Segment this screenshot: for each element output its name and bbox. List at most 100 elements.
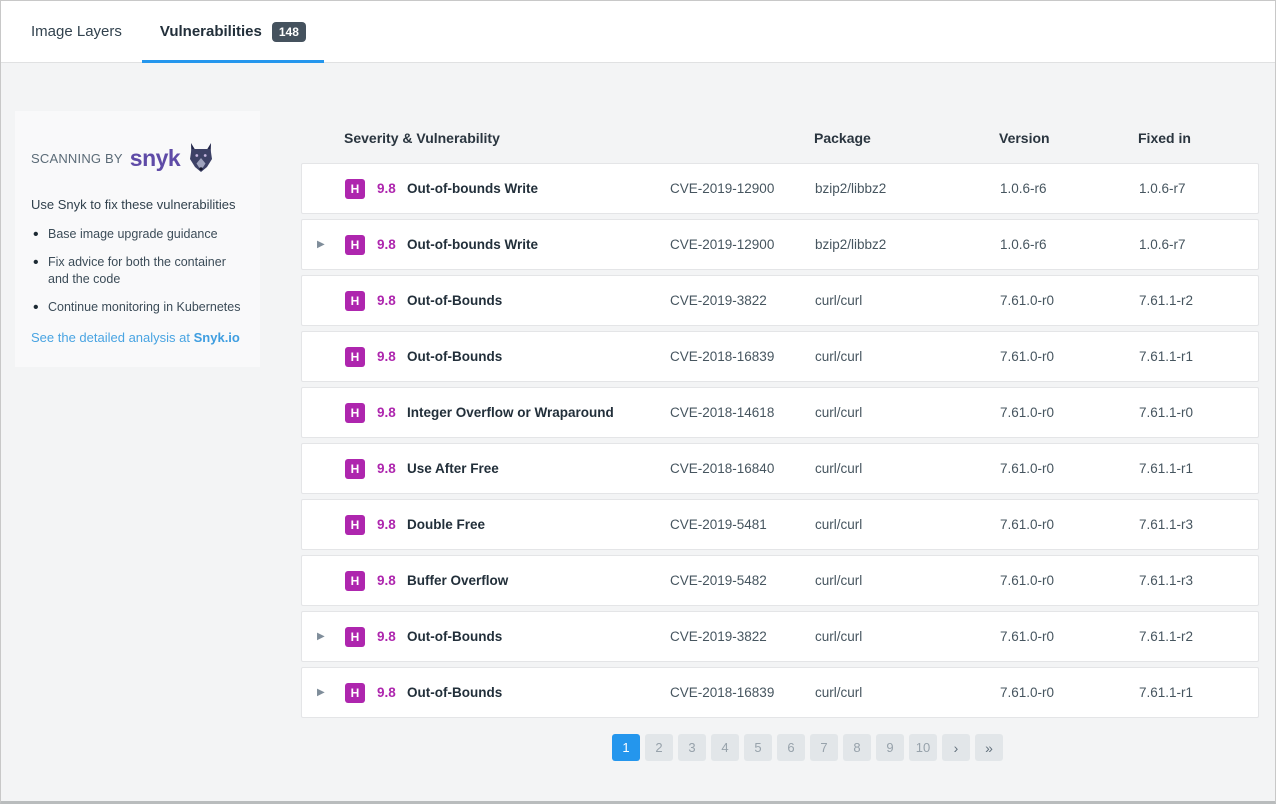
severity-vulnerability-cell: ▶ H 9.8 Out-of-Bounds [302, 347, 670, 367]
tab-image-layers-label: Image Layers [31, 23, 122, 40]
package-name: curl/curl [815, 685, 1000, 700]
page-button-2[interactable]: 2 [645, 734, 673, 761]
severity-badge: H [345, 459, 365, 479]
package-version: 7.61.0-r0 [1000, 293, 1139, 308]
snyk-benefits-list: Base image upgrade guidance Fix advice fo… [31, 226, 242, 316]
snyk-benefit-item: Continue monitoring in Kubernetes [31, 299, 242, 316]
vulnerability-title: Out-of-bounds Write [407, 237, 538, 252]
vulnerability-title: Use After Free [407, 461, 499, 476]
cve-id: CVE-2019-12900 [670, 181, 815, 196]
snyk-benefit-item: Fix advice for both the container and th… [31, 254, 242, 288]
package-version: 7.61.0-r0 [1000, 517, 1139, 532]
cvss-score: 9.8 [377, 629, 407, 644]
table-row[interactable]: ▶ H 9.8 Buffer Overflow CVE-2019-5482 cu… [301, 555, 1259, 606]
severity-vulnerability-cell: ▶ H 9.8 Double Free [302, 515, 670, 535]
severity-badge: H [345, 235, 365, 255]
package-name: curl/curl [815, 461, 1000, 476]
severity-badge: H [345, 683, 365, 703]
page-button-9[interactable]: 9 [876, 734, 904, 761]
cvss-score: 9.8 [377, 349, 407, 364]
fixed-in-version: 7.61.1-r2 [1139, 293, 1258, 308]
fixed-in-version: 7.61.1-r1 [1139, 349, 1258, 364]
severity-badge: H [345, 627, 365, 647]
tab-bar: Image Layers Vulnerabilities 148 [1, 1, 1275, 63]
fixed-in-version: 1.0.6-r7 [1139, 181, 1258, 196]
table-row[interactable]: ▶ H 9.8 Out-of-Bounds CVE-2018-16839 cur… [301, 331, 1259, 382]
page-button-5[interactable]: 5 [744, 734, 772, 761]
snyk-io-link[interactable]: Snyk.io [194, 330, 240, 345]
table-row[interactable]: ▶ H 9.8 Use After Free CVE-2018-16840 cu… [301, 443, 1259, 494]
severity-badge: H [345, 515, 365, 535]
vulnerability-title: Out-of-bounds Write [407, 181, 538, 196]
cvss-score: 9.8 [377, 293, 407, 308]
fixed-in-version: 7.61.1-r0 [1139, 405, 1258, 420]
page-button-3[interactable]: 3 [678, 734, 706, 761]
fixed-in-version: 7.61.1-r2 [1139, 629, 1258, 644]
next-page-button[interactable]: › [942, 734, 970, 761]
package-version: 7.61.0-r0 [1000, 685, 1139, 700]
page-button-7[interactable]: 7 [810, 734, 838, 761]
package-name: bzip2/libbz2 [815, 181, 1000, 196]
table-row[interactable]: ▶ H 9.8 Out-of-Bounds CVE-2019-3822 curl… [301, 275, 1259, 326]
fixed-in-version: 7.61.1-r1 [1139, 461, 1258, 476]
last-page-button[interactable]: » [975, 734, 1003, 761]
cve-id: CVE-2019-5481 [670, 517, 815, 532]
package-name: curl/curl [815, 405, 1000, 420]
package-version: 1.0.6-r6 [1000, 181, 1139, 196]
vulnerability-title: Out-of-Bounds [407, 293, 502, 308]
tab-vulnerabilities-label: Vulnerabilities [160, 23, 262, 40]
cvss-score: 9.8 [377, 237, 407, 252]
package-name: curl/curl [815, 293, 1000, 308]
page-button-1[interactable]: 1 [612, 734, 640, 761]
cve-id: CVE-2018-16839 [670, 685, 815, 700]
package-name: bzip2/libbz2 [815, 237, 1000, 252]
package-name: curl/curl [815, 349, 1000, 364]
cve-id: CVE-2018-16840 [670, 461, 815, 476]
page-button-4[interactable]: 4 [711, 734, 739, 761]
expand-arrow-icon[interactable]: ▶ [317, 631, 337, 642]
vulnerability-table: Severity & Vulnerability Package Version… [301, 113, 1259, 761]
snyk-info-panel: SCANNING BY snyk Use Snyk to fix these v… [15, 111, 260, 367]
package-name: curl/curl [815, 517, 1000, 532]
table-row[interactable]: ▶ H 9.8 Integer Overflow or Wraparound C… [301, 387, 1259, 438]
severity-badge: H [345, 347, 365, 367]
header-package: Package [814, 130, 999, 146]
header-version: Version [999, 130, 1138, 146]
cvss-score: 9.8 [377, 517, 407, 532]
snyk-analysis-link[interactable]: See the detailed analysis at Snyk.io [31, 330, 242, 345]
expand-arrow-icon[interactable]: ▶ [317, 687, 337, 698]
fixed-in-version: 7.61.1-r3 [1139, 517, 1258, 532]
table-row[interactable]: ▶ H 9.8 Out-of-Bounds CVE-2019-3822 curl… [301, 611, 1259, 662]
cvss-score: 9.8 [377, 461, 407, 476]
cvss-score: 9.8 [377, 405, 407, 420]
severity-badge: H [345, 179, 365, 199]
snyk-benefit-item: Base image upgrade guidance [31, 226, 242, 243]
table-row[interactable]: ▶ H 9.8 Double Free CVE-2019-5481 curl/c… [301, 499, 1259, 550]
severity-badge: H [345, 291, 365, 311]
vulnerability-title: Double Free [407, 517, 485, 532]
tab-vulnerabilities[interactable]: Vulnerabilities 148 [142, 1, 324, 62]
table-row[interactable]: ▶ H 9.8 Out-of-bounds Write CVE-2019-129… [301, 219, 1259, 270]
table-row[interactable]: ▶ H 9.8 Out-of-Bounds CVE-2018-16839 cur… [301, 667, 1259, 718]
vulnerability-title: Integer Overflow or Wraparound [407, 405, 614, 420]
table-row[interactable]: ▶ H 9.8 Out-of-bounds Write CVE-2019-129… [301, 163, 1259, 214]
cve-id: CVE-2019-3822 [670, 629, 815, 644]
tab-image-layers[interactable]: Image Layers [31, 1, 122, 62]
page-button-6[interactable]: 6 [777, 734, 805, 761]
snyk-logo: snyk [130, 147, 180, 170]
page-button-8[interactable]: 8 [843, 734, 871, 761]
severity-vulnerability-cell: ▶ H 9.8 Integer Overflow or Wraparound [302, 403, 670, 423]
page-button-10[interactable]: 10 [909, 734, 937, 761]
cvss-score: 9.8 [377, 181, 407, 196]
snyk-dog-icon [188, 143, 214, 173]
expand-arrow-icon[interactable]: ▶ [317, 239, 337, 250]
severity-vulnerability-cell: ▶ H 9.8 Use After Free [302, 459, 670, 479]
severity-vulnerability-cell: ▶ H 9.8 Out-of-Bounds [302, 627, 670, 647]
fixed-in-version: 7.61.1-r3 [1139, 573, 1258, 588]
fixed-in-version: 7.61.1-r1 [1139, 685, 1258, 700]
severity-vulnerability-cell: ▶ H 9.8 Buffer Overflow [302, 571, 670, 591]
table-body: ▶ H 9.8 Out-of-bounds Write CVE-2019-129… [301, 163, 1259, 718]
cve-id: CVE-2018-16839 [670, 349, 815, 364]
scanning-by-label: SCANNING BY [31, 151, 123, 166]
scanning-by-row: SCANNING BY snyk [31, 143, 242, 173]
